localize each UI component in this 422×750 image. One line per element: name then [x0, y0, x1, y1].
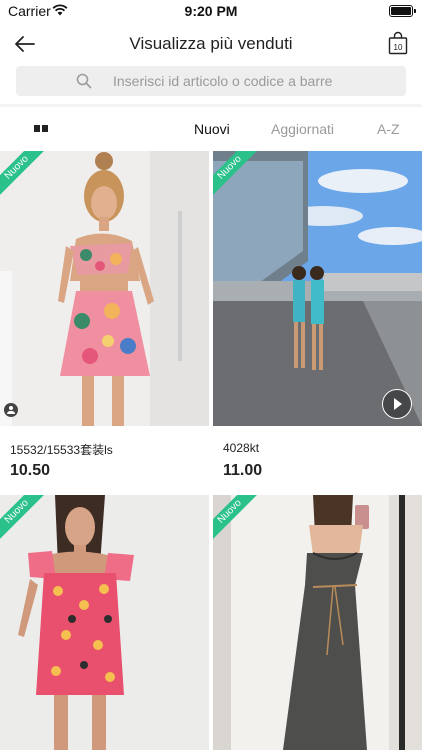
clock: 9:20 PM	[184, 3, 238, 19]
page-title: Visualizza più venduti	[129, 34, 293, 53]
search-placeholder: Inserisci id articolo o codice a barre	[113, 73, 333, 89]
status-bar: Carrier 9:20 PM	[0, 0, 422, 22]
product-image[interactable]	[0, 495, 209, 750]
product-name: 4028kt	[223, 441, 260, 455]
product-card[interactable]: Nuovo	[213, 495, 422, 750]
product-image[interactable]	[0, 151, 209, 426]
search-icon	[76, 73, 92, 89]
product-image[interactable]	[213, 495, 422, 750]
grid-view-icon[interactable]	[34, 125, 49, 132]
product-card[interactable]: Nuovo	[0, 495, 209, 750]
shopping-bag-icon[interactable]: 10	[388, 31, 408, 55]
user-icon	[4, 403, 18, 417]
product-card[interactable]: Nuovo 15532/15533套装ls 10.50	[0, 151, 209, 491]
battery-icon	[389, 5, 416, 17]
nav-bar: Visualizza più venduti 10	[0, 26, 422, 62]
product-image[interactable]	[213, 151, 422, 426]
product-price: 10.50	[10, 462, 51, 479]
tab-nuovi[interactable]: Nuovi	[194, 121, 230, 137]
bag-count: 10	[394, 43, 403, 52]
product-price: 11.00	[223, 462, 263, 479]
tab-a-z[interactable]: A-Z	[377, 121, 400, 137]
sort-tabs: Nuovi Aggiornati A-Z	[0, 107, 422, 151]
play-video-icon[interactable]	[382, 389, 412, 419]
tab-aggiornati[interactable]: Aggiornati	[271, 121, 334, 137]
product-card[interactable]: Nuovo 4028kt 11.00	[213, 151, 422, 491]
search-input[interactable]: Inserisci id articolo o codice a barre	[16, 66, 406, 96]
product-name: 15532/15533套装ls	[10, 443, 113, 457]
